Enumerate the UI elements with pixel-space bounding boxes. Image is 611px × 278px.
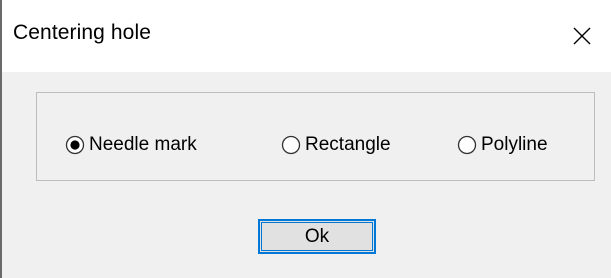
rectangle-radio[interactable]: Rectangle [281,132,391,158]
title-bar: Centering hole [2,0,611,72]
ok-button-label: Ok [304,225,330,247]
window-title: Centering hole [13,21,151,44]
close-button[interactable] [553,0,611,72]
centering-hole-dialog: Centering hole Needle mark Rectangle Pol… [0,0,611,278]
polyline-radio[interactable]: Polyline [457,132,548,158]
rectangle-label: Rectangle [305,134,391,155]
needle-mark-label: Needle mark [89,134,197,155]
polyline-label: Polyline [481,134,548,155]
radio-unselected-icon [457,135,477,155]
close-icon [573,27,591,45]
ok-button[interactable]: Ok [258,219,376,254]
mark-type-options: Needle mark Rectangle Polyline [37,93,594,180]
radio-unselected-icon [281,135,301,155]
radio-selected-icon [65,135,85,155]
mark-type-group: Needle mark Rectangle Polyline [36,92,595,181]
needle-mark-radio[interactable]: Needle mark [65,132,197,158]
